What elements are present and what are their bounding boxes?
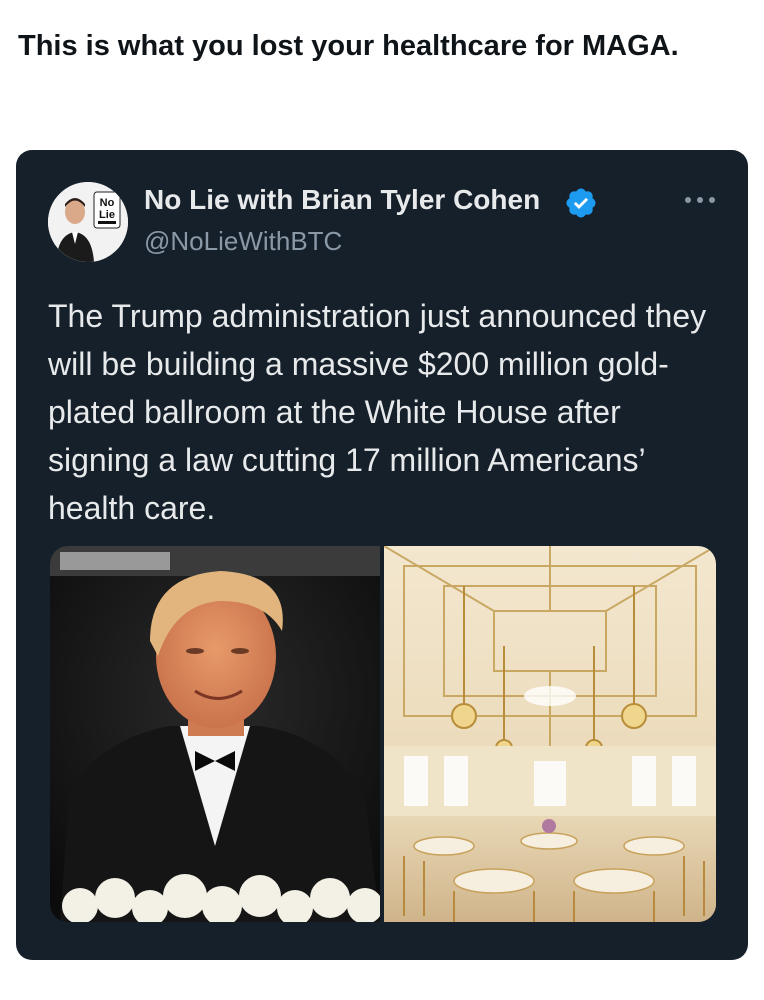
author-handle[interactable]: @NoLieWithBTC [144,226,342,257]
tweet-media[interactable] [50,546,716,922]
media-photo-portrait[interactable] [50,546,380,922]
svg-text:No: No [100,197,115,209]
tweet-text: The Trump administration just announced … [48,298,707,526]
quoted-tweet-card[interactable]: No Lie No Lie with Brian Tyler Cohen @No… [16,150,748,960]
avatar-image: No Lie [48,182,128,262]
media-photo-ballroom[interactable] [384,546,716,922]
more-options-icon[interactable] [680,190,720,210]
ballroom-rendering-image [384,546,716,922]
author-avatar[interactable]: No Lie [48,182,128,262]
portrait-photo-image [50,546,380,922]
post-caption: This is what you lost your healthcare fo… [18,30,679,62]
svg-text:Lie: Lie [99,209,115,221]
author-name[interactable]: No Lie with Brian Tyler Cohen [144,184,540,216]
verified-badge-icon [566,188,596,218]
